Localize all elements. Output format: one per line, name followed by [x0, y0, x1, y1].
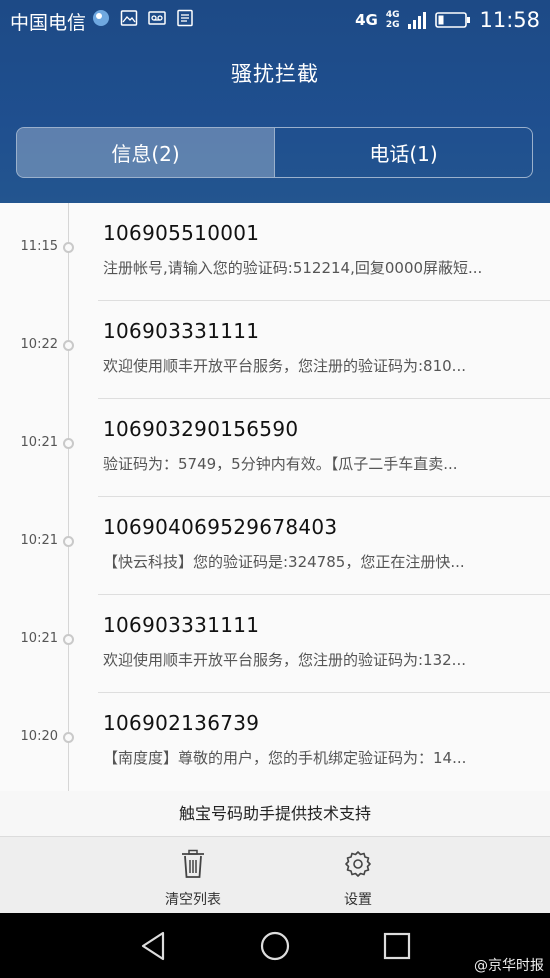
message-preview: 【快云科技】您的验证码是:324785，您正在注册快...: [103, 553, 465, 571]
tab-bar: 信息(2) 电话(1): [16, 127, 533, 178]
message-time: 10:20: [20, 729, 58, 744]
message-sender: 106903290156590: [103, 417, 299, 441]
tab-calls[interactable]: 电话(1): [274, 128, 532, 177]
list-item[interactable]: 10:21 106903331111 欢迎使用顺丰开放平台服务，您注册的验证码为…: [0, 595, 550, 693]
message-time: 10:21: [20, 533, 58, 548]
recent-apps-icon[interactable]: [380, 929, 414, 963]
timeline-dot: [63, 438, 74, 449]
status-bar: 中国电信 4G 4G 2G 11:58: [0, 0, 550, 40]
timeline-dot: [63, 242, 74, 253]
message-sender: 106905510001: [103, 221, 260, 245]
signal-icon: [408, 12, 427, 29]
clock: 11:58: [479, 8, 540, 32]
message-preview: 注册帐号,请输入您的验证码:512214,回复0000屏蔽短...: [103, 259, 483, 277]
page-title: 骚扰拦截: [231, 62, 319, 86]
settings-button[interactable]: 设置: [298, 837, 418, 913]
tab-messages[interactable]: 信息(2): [17, 128, 274, 177]
network-secondary: 4G 2G: [385, 10, 400, 30]
message-preview: 验证码为：5749，5分钟内有效。【瓜子二手车直卖...: [103, 455, 458, 473]
timeline-dot: [63, 732, 74, 743]
timeline-dot: [63, 536, 74, 547]
header: 中国电信 4G 4G 2G 11:58 骚扰拦截 信息(2) 电话(1): [0, 0, 550, 203]
image-notification-icon: [120, 10, 138, 26]
message-sender: 106903331111: [103, 319, 260, 343]
carrier-name: 中国电信: [10, 12, 87, 34]
clear-list-label: 清空列表: [165, 892, 221, 908]
clear-list-button[interactable]: 清空列表: [133, 837, 253, 913]
watermark: @京华时报: [474, 958, 544, 974]
home-icon[interactable]: [258, 929, 292, 963]
list-item[interactable]: 10:22 106903331111 欢迎使用顺丰开放平台服务，您注册的验证码为…: [0, 301, 550, 399]
message-preview: 欢迎使用顺丰开放平台服务，您注册的验证码为:810...: [103, 357, 466, 375]
android-nav-bar: @京华时报: [0, 913, 550, 978]
list-item[interactable]: 10:20 106902136739 【南度度】尊敬的用户，您的手机绑定验证码为…: [0, 693, 550, 791]
message-time: 10:22: [20, 337, 58, 352]
message-preview: 【南度度】尊敬的用户，您的手机绑定验证码为：14...: [103, 749, 467, 767]
status-right-group: 4G 4G 2G 11:58: [355, 6, 540, 34]
list-item[interactable]: 11:15 106905510001 注册帐号,请输入您的验证码:512214,…: [0, 203, 550, 301]
message-sender: 106903331111: [103, 613, 260, 637]
message-time: 11:15: [20, 239, 58, 254]
app-notification-icon: [93, 10, 109, 26]
tech-support-note: 触宝号码助手提供技术支持: [0, 791, 550, 837]
message-time: 10:21: [20, 435, 58, 450]
gear-icon: [345, 851, 371, 877]
timeline-dot: [63, 634, 74, 645]
message-time: 10:21: [20, 631, 58, 646]
phone-screen: 中国电信 4G 4G 2G 11:58 骚扰拦截 信息(2) 电话(1) 11:…: [0, 0, 550, 978]
battery-icon: [435, 12, 471, 28]
network-type: 4G: [355, 11, 378, 29]
trash-icon: [182, 849, 204, 878]
list-item[interactable]: 10:21 106904069529678403 【快云科技】您的验证码是:32…: [0, 497, 550, 595]
voicemail-icon: [148, 11, 166, 25]
message-sender: 106904069529678403: [103, 515, 338, 539]
message-sender: 106902136739: [103, 711, 260, 735]
blocked-message-list: 11:15 106905510001 注册帐号,请输入您的验证码:512214,…: [0, 203, 550, 791]
bottom-toolbar: 清空列表 设置: [0, 837, 550, 913]
message-preview: 欢迎使用顺丰开放平台服务，您注册的验证码为:132...: [103, 651, 466, 669]
back-icon[interactable]: [137, 929, 171, 963]
timeline-dot: [63, 340, 74, 351]
list-item[interactable]: 10:21 106903290156590 验证码为：5749，5分钟内有效。【…: [0, 399, 550, 497]
news-notification-icon: [177, 9, 193, 27]
settings-label: 设置: [344, 892, 372, 908]
